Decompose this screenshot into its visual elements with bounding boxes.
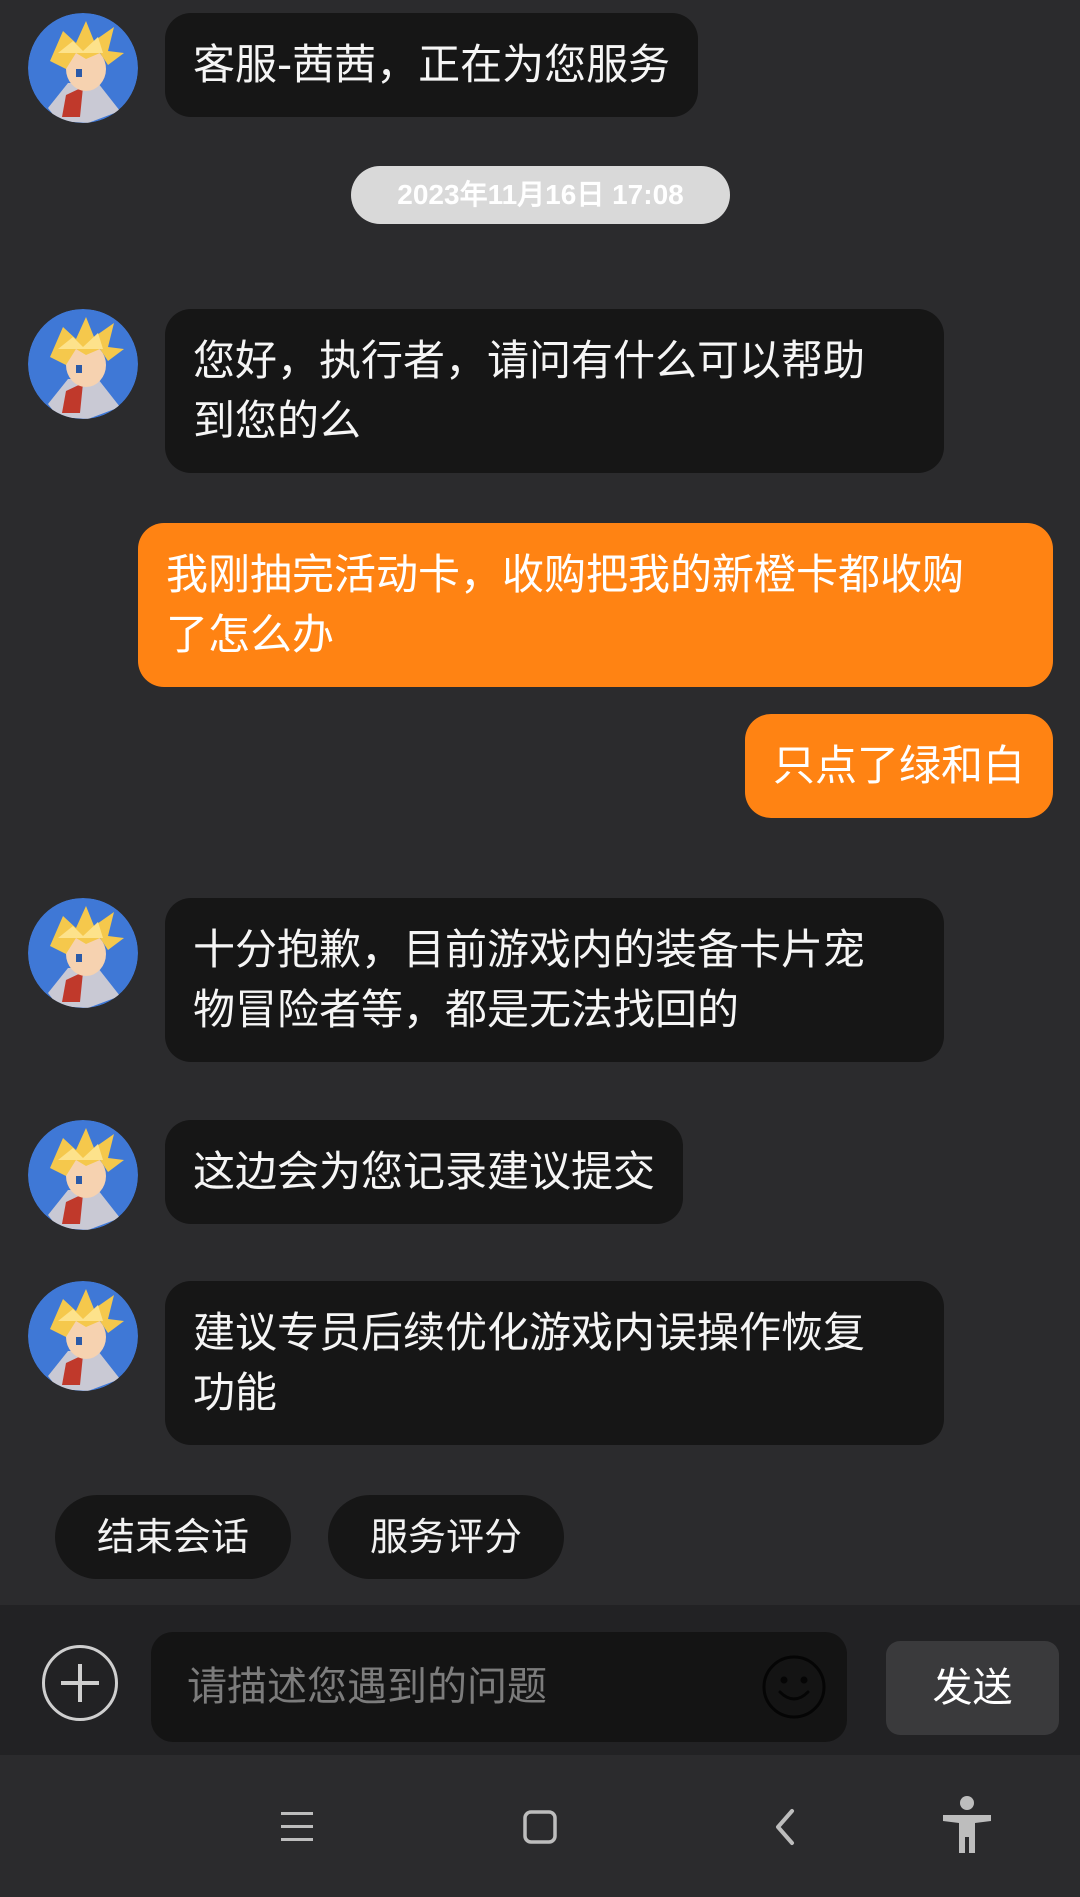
- message-bubble: 只点了绿和白: [744, 714, 1053, 818]
- message-bubble: 建议专员后续优化游戏内误操作恢复 功能: [165, 1281, 944, 1445]
- end-session-button[interactable]: 结束会话: [55, 1495, 291, 1579]
- message-bubble: 这边会为您记录建议提交: [165, 1120, 684, 1224]
- send-button[interactable]: 发送: [886, 1641, 1059, 1735]
- agent-avatar[interactable]: [28, 898, 138, 1008]
- timestamp-pill: 2023年11月16日 17:08: [351, 166, 730, 224]
- back-chevron-icon[interactable]: [746, 1787, 826, 1867]
- message-bubble: 我刚抽完活动卡，收购把我的新橙卡都收购 了怎么办: [138, 523, 1053, 687]
- message-bubble: 十分抱歉，目前游戏内的装备卡片宠 物冒险者等，都是无法找回的: [165, 898, 944, 1062]
- service-rating-button[interactable]: 服务评分: [328, 1495, 564, 1579]
- input-bar: 请描述您遇到的问题 发送: [0, 1605, 1080, 1755]
- menu-icon[interactable]: [257, 1787, 337, 1867]
- message-bubble: 您好，执行者，请问有什么可以帮助 到您的么: [165, 309, 944, 473]
- system-nav-bar: [0, 1755, 1080, 1897]
- accessibility-icon[interactable]: [927, 1787, 1007, 1867]
- plus-circle-icon[interactable]: [42, 1645, 118, 1721]
- smiley-icon[interactable]: [761, 1654, 827, 1720]
- agent-avatar[interactable]: [28, 13, 138, 123]
- message-input[interactable]: 请描述您遇到的问题: [151, 1632, 847, 1742]
- home-square-icon[interactable]: [500, 1787, 580, 1867]
- message-input-placeholder: 请描述您遇到的问题: [187, 1664, 547, 1710]
- agent-avatar[interactable]: [28, 309, 138, 419]
- agent-avatar[interactable]: [28, 1281, 138, 1391]
- message-bubble: 客服-茜茜，正在为您服务: [165, 13, 699, 117]
- agent-avatar[interactable]: [28, 1120, 138, 1230]
- chat-area[interactable]: 客服-茜茜，正在为您服务 2023年11月16日 17:08 您好，执行者，请问…: [0, 0, 1080, 1605]
